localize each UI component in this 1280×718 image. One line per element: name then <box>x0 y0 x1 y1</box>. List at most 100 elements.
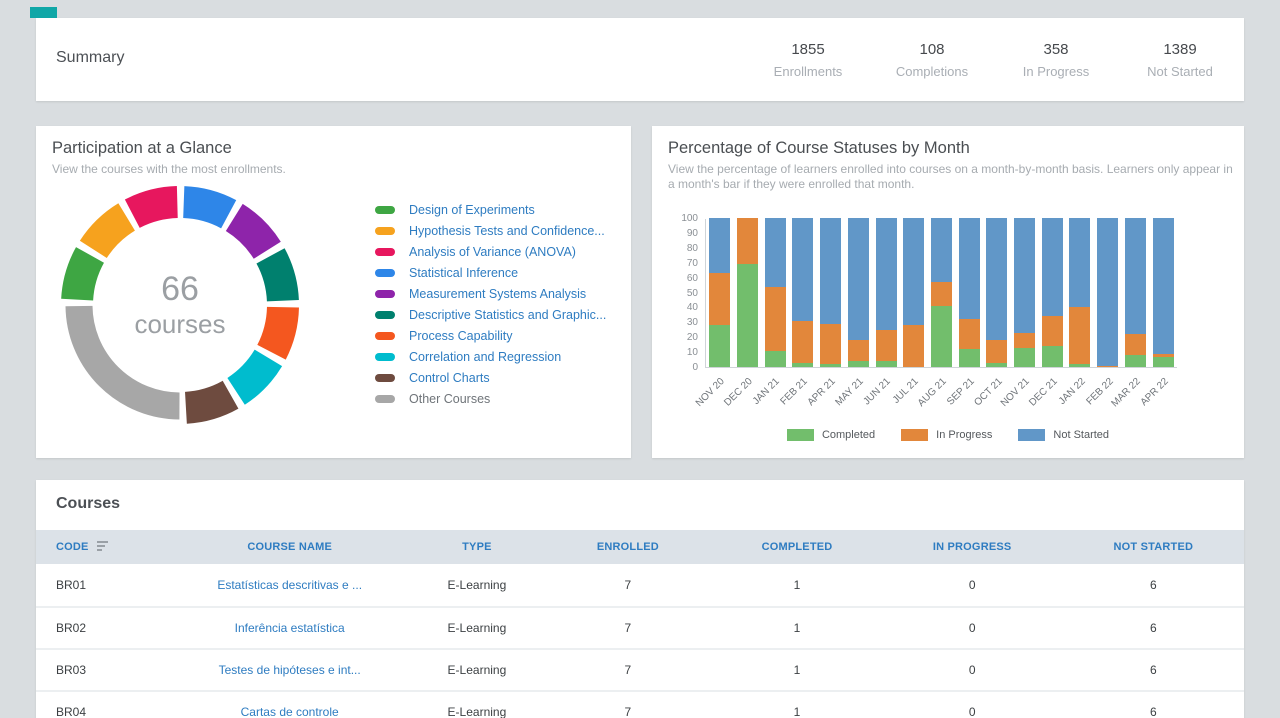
x-axis-label: APR 21 <box>780 376 837 433</box>
legend-course-link[interactable]: Design of Experiments <box>409 203 535 217</box>
legend-course-link[interactable]: Descriptive Statistics and Graphic... <box>409 308 606 322</box>
bar-segment-in-progress <box>1042 316 1063 346</box>
legend-color-chip <box>375 227 395 235</box>
x-axis-label: FEB 21 <box>753 376 810 433</box>
legend-color-chip <box>375 290 395 298</box>
legend-color-chip <box>375 353 395 361</box>
course-name-link[interactable]: Testes de hipóteses e int... <box>169 663 411 677</box>
enrolled-count: 7 <box>543 578 712 592</box>
stacked-bar-jul-21 <box>903 218 924 367</box>
course-name-link[interactable]: Estatísticas descritivas e ... <box>169 578 411 592</box>
legend-course-link[interactable]: Statistical Inference <box>409 266 518 280</box>
bar-segment-in-progress <box>931 282 952 306</box>
x-axis-label: MAY 21 <box>808 376 865 433</box>
x-axis-label: AUG 21 <box>892 376 949 433</box>
bar-segment-completed <box>959 349 980 367</box>
bar-segment-completed <box>765 351 786 367</box>
donut-segment <box>93 217 126 249</box>
legend-course-link[interactable]: Process Capability <box>409 329 513 343</box>
legend-course-link[interactable]: Analysis of Variance (ANOVA) <box>409 245 576 259</box>
column-header-in-progress[interactable]: IN PROGRESS <box>882 541 1063 553</box>
legend-course-link[interactable]: Control Charts <box>409 371 490 385</box>
bar-slot <box>955 219 983 367</box>
summary-title: Summary <box>56 49 124 67</box>
column-header-code[interactable]: CODE <box>36 541 169 553</box>
bar-segment-completed <box>792 363 813 367</box>
bar-segment-not-started <box>1042 218 1063 316</box>
bar-segment-in-progress <box>820 324 841 364</box>
course-code: BR02 <box>36 621 169 635</box>
y-axis-tick: 60 <box>658 273 698 284</box>
enrollment-donut-chart <box>58 183 302 427</box>
statuses-title: Percentage of Course Statuses by Month <box>668 139 970 158</box>
legend-series-label: In Progress <box>936 429 992 441</box>
summary-stat-in-progress: 358In Progress <box>994 41 1118 79</box>
legend-course-link: Other Courses <box>409 392 490 406</box>
legend-course-link[interactable]: Hypothesis Tests and Confidence... <box>409 224 605 238</box>
course-name-link[interactable]: Inferência estatística <box>169 621 411 635</box>
bar-segment-completed <box>709 325 730 367</box>
x-axis-label: APR 22 <box>1114 376 1171 433</box>
not-started-count: 6 <box>1063 621 1244 635</box>
column-header-type[interactable]: TYPE <box>410 541 543 553</box>
bar-slot <box>983 219 1011 367</box>
bar-segment-not-started <box>1125 218 1146 334</box>
bar-segment-not-started <box>959 218 980 319</box>
stat-value: 1855 <box>746 41 870 58</box>
x-axis-label: FEB 22 <box>1058 376 1115 433</box>
sort-icon[interactable] <box>97 541 108 553</box>
column-header-completed[interactable]: COMPLETED <box>712 541 881 553</box>
statuses-subtitle: View the percentage of learners enrolled… <box>668 162 1233 192</box>
legend-series-label: Completed <box>822 429 875 441</box>
not-started-count: 6 <box>1063 663 1244 677</box>
x-axis-label: JAN 22 <box>1030 376 1087 433</box>
stacked-bar-mar-22 <box>1125 218 1146 367</box>
courses-card: Courses CODECOURSE NAMETYPEENROLLEDCOMPL… <box>36 480 1244 718</box>
bar-slot <box>1038 219 1066 367</box>
bar-segment-not-started <box>1097 218 1118 366</box>
donut-segment <box>77 255 90 300</box>
stat-value: 108 <box>870 41 994 58</box>
bar-segment-completed <box>1069 364 1090 367</box>
enrolled-count: 7 <box>543 663 712 677</box>
y-axis-tick: 100 <box>658 213 698 224</box>
stacked-bar-nov-20 <box>709 218 730 367</box>
course-name-link[interactable]: Cartas de controle <box>169 705 411 718</box>
summary-stat-completions: 108 Completions <box>870 41 994 79</box>
donut-legend-item: Measurement Systems Analysis <box>375 283 606 304</box>
statuses-card: Percentage of Course Statuses by Month V… <box>652 126 1244 458</box>
x-axis-label: JUN 21 <box>836 376 893 433</box>
bar-segment-not-started <box>1153 218 1174 354</box>
bar-legend-item: In Progress <box>901 429 992 441</box>
legend-series-label: Not Started <box>1053 429 1109 441</box>
bar-slot <box>1122 219 1150 367</box>
in-progress-count: 0 <box>882 621 1063 635</box>
legend-course-link[interactable]: Correlation and Regression <box>409 350 561 364</box>
column-header-course-name[interactable]: COURSE NAME <box>169 541 411 553</box>
summary-stat-not-started: 1389Not Started <box>1118 41 1242 79</box>
legend-course-link[interactable]: Measurement Systems Analysis <box>409 287 586 301</box>
stat-label: Completions <box>870 64 994 79</box>
completed-count: 1 <box>712 578 881 592</box>
summary-stat-enrollments: 1855Enrollments <box>746 41 870 79</box>
bar-segment-in-progress <box>1097 366 1118 367</box>
course-code: BR01 <box>36 578 169 592</box>
bar-slot <box>817 219 845 367</box>
y-axis-tick: 20 <box>658 332 698 343</box>
course-type: E-Learning <box>410 621 543 635</box>
bar-segment-in-progress <box>709 273 730 325</box>
bar-segment-not-started <box>709 218 730 273</box>
x-axis-label: NOV 20 <box>669 376 726 433</box>
legend-color-chip <box>375 206 395 214</box>
stacked-bar-feb-22 <box>1097 218 1118 367</box>
column-header-not-started[interactable]: NOT STARTED <box>1063 541 1244 553</box>
column-header-enrolled[interactable]: ENROLLED <box>543 541 712 553</box>
stacked-bar-apr-22 <box>1153 218 1174 367</box>
donut-segment <box>132 202 177 214</box>
course-type: E-Learning <box>410 663 543 677</box>
y-axis-tick: 80 <box>658 243 698 254</box>
bar-slot <box>1011 219 1039 367</box>
stat-label: In Progress <box>994 64 1118 79</box>
in-progress-count: 0 <box>882 663 1063 677</box>
y-axis-tick: 40 <box>658 302 698 313</box>
